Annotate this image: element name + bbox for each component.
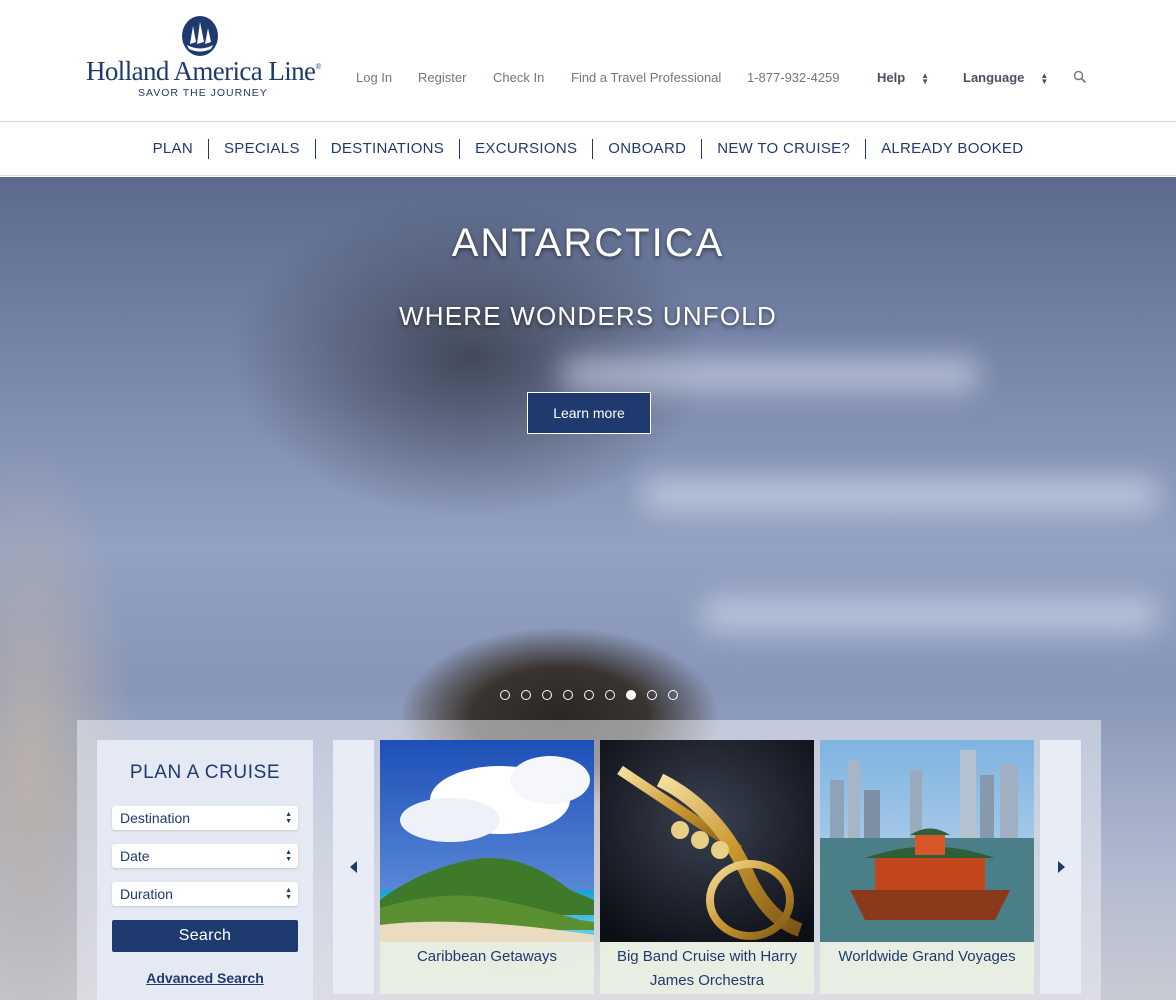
carousel-dot[interactable] [542,690,552,700]
carousel-dot[interactable] [584,690,594,700]
holland-america-logo[interactable]: Holland America Line® SAVOR THE JOURNEY [86,12,322,102]
nav-already-booked[interactable]: ALREADY BOOKED [865,139,1038,159]
updown-arrows-icon: ▲ ▼ [285,811,292,825]
carousel-dot[interactable] [500,690,510,700]
caret-left-icon [349,861,357,873]
carousel-dot[interactable] [647,690,657,700]
hero-ice-band [700,597,1160,633]
plan-title: PLAN A CRUISE [129,762,281,783]
ship-emblem-icon [182,16,218,56]
hong-kong-junk-boat-image [820,740,1034,942]
destination-select-value: Destination [120,810,191,826]
promo-card-grand-voyages[interactable]: Worldwide Grand Voyages [820,740,1034,994]
register-link[interactable]: Register [418,70,466,85]
promo-card-big-band[interactable]: Big Band Cruise with Harry James Orchest… [600,740,814,994]
nav-destinations[interactable]: DESTINATIONS [314,139,459,159]
advanced-search-link[interactable]: Advanced Search [97,970,313,986]
carousel-next-button[interactable] [1040,740,1081,994]
card-caption: Worldwide Grand Voyages [820,942,1034,994]
hero-ice-band [640,477,1160,513]
duration-select[interactable]: Duration ▲ ▼ [112,882,298,906]
plan-a-cruise-form: PLAN A CRUISE Destination ▲ ▼ Date ▲ ▼ Dur… [97,740,313,1000]
card-caption: Big Band Cruise with Harry James Orchest… [600,942,814,994]
promo-card-caribbean[interactable]: Caribbean Getaways [380,740,594,994]
trumpet-image [600,740,814,942]
caribbean-beach-image [380,740,594,942]
hero-subtitle: WHERE WONDERS UNFOLD [399,301,777,331]
caret-right-icon [1057,861,1065,873]
main-navigation: PLAN SPECIALS DESTINATIONS EXCURSIONS ON… [0,122,1176,176]
updown-arrows-icon: ▲ ▼ [1040,70,1049,86]
site-header: Holland America Line® SAVOR THE JOURNEY … [0,0,1176,122]
login-link[interactable]: Log In [356,70,392,85]
help-label: Help [877,70,906,85]
brand-tagline: SAVOR THE JOURNEY [138,87,268,99]
search-icon[interactable] [1073,70,1087,84]
nav-plan[interactable]: PLAN [138,139,208,159]
hero-title: ANTARCTICA [451,221,725,265]
carousel-dot[interactable] [563,690,573,700]
brand-name: Holland America Line® [86,56,322,86]
updown-arrows-icon: ▲ ▼ [285,849,292,863]
carousel-dot[interactable] [605,690,615,700]
phone-number[interactable]: 1-877-932-4259 [747,70,840,85]
updown-arrows-icon: ▲ ▼ [921,70,930,86]
search-button[interactable]: Search [112,920,298,952]
duration-select-value: Duration [120,886,173,902]
nav-onboard[interactable]: ONBOARD [592,139,701,159]
carousel-dot-active[interactable] [626,690,636,700]
language-menu[interactable]: Language ▲ ▼ [963,70,1048,85]
check-in-link[interactable]: Check In [493,70,544,85]
help-menu[interactable]: Help ▲ ▼ [877,70,929,85]
carousel-dot[interactable] [668,690,678,700]
updown-arrows-icon: ▲ ▼ [285,887,292,901]
nav-new-to-cruise[interactable]: NEW TO CRUISE? [701,139,865,159]
carousel-prev-button[interactable] [333,740,374,994]
carousel-dots [500,690,678,700]
destination-select[interactable]: Destination ▲ ▼ [112,806,298,830]
date-select-value: Date [120,848,150,864]
nav-specials[interactable]: SPECIALS [207,139,315,159]
language-label: Language [963,70,1025,85]
hero-ice-band [560,357,980,393]
carousel-dot[interactable] [521,690,531,700]
card-caption: Caribbean Getaways [380,942,594,994]
nav-excursions[interactable]: EXCURSIONS [459,139,592,159]
find-travel-professional-link[interactable]: Find a Travel Professional [571,70,721,85]
learn-more-button[interactable]: Learn more [527,392,651,434]
date-select[interactable]: Date ▲ ▼ [112,844,298,868]
